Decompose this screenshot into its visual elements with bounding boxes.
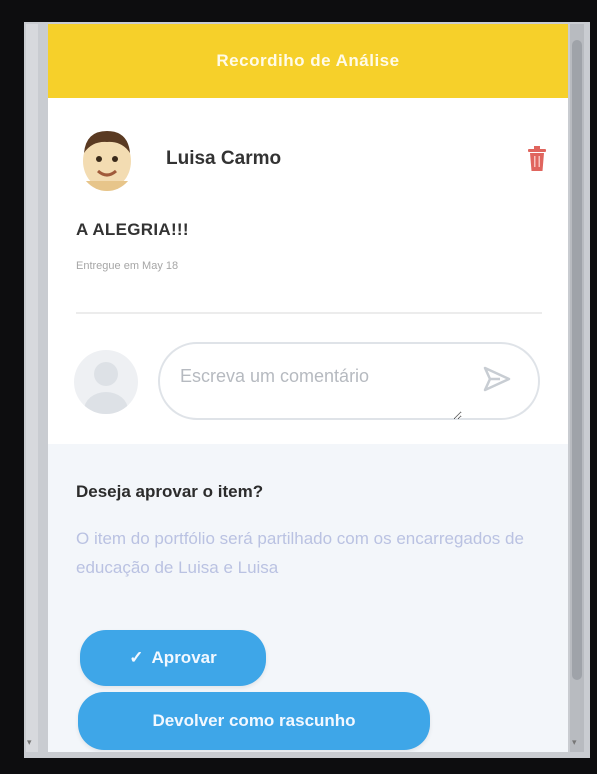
panel-header: Recordiho de Análise [48, 24, 568, 98]
scroll-down-arrow-icon[interactable]: ▾ [572, 737, 577, 748]
child-avatar-icon [78, 127, 136, 191]
user-avatar-icon [74, 350, 138, 414]
trash-icon[interactable] [526, 146, 548, 172]
approve-label: Aprovar [151, 648, 217, 667]
left-scrollbar-track: ▾ [26, 24, 38, 752]
item-title: A ALEGRIA!!! [76, 220, 189, 239]
comment-row [74, 342, 544, 422]
approval-description: O item do portfólio será partilhado com … [76, 529, 524, 577]
scroll-down-arrow-icon[interactable]: ▾ [27, 737, 32, 748]
send-icon[interactable] [482, 364, 512, 394]
approval-question: Deseja aprovar o item? [76, 482, 264, 501]
scrollbar-thumb[interactable] [572, 40, 582, 680]
approval-section: Deseja aprovar o item? O item do portfól… [48, 444, 568, 752]
review-panel: Recordiho de Análise Luisa Carmo A ALEGR… [48, 24, 568, 752]
author-name: Luisa Carmo [166, 148, 282, 169]
return-to-draft-button[interactable]: Devolver como rascunho [78, 692, 430, 750]
item-submitted-date: Entregue em May 18 [76, 260, 179, 272]
author-row: Luisa Carmo [78, 124, 548, 194]
page-title: Recordiho de Análise [216, 51, 400, 70]
comment-box [158, 342, 540, 420]
return-label: Devolver como rascunho [152, 711, 356, 730]
comment-input[interactable] [178, 360, 462, 420]
divider [76, 312, 542, 314]
approve-button[interactable]: ✓ Aprovar [80, 630, 266, 686]
check-icon: ✓ [129, 648, 144, 667]
